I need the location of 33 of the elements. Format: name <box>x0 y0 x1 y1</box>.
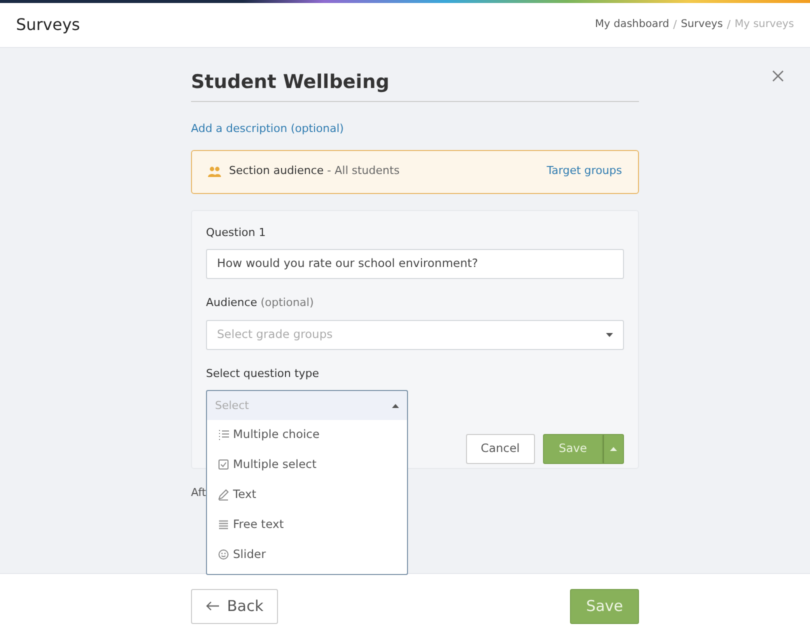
caret-icon <box>610 447 617 451</box>
dropdown-option[interactable]: Text <box>207 480 407 510</box>
question-type-label: Select question type <box>206 366 320 382</box>
dropdown-option[interactable]: Multiple choice <box>207 420 407 450</box>
smiley-icon <box>218 549 229 561</box>
question-input[interactable]: How would you rate our school environment? <box>206 249 624 279</box>
audience-label: Audience (optional) <box>206 295 315 311</box>
dropdown-option[interactable]: Multiple select <box>207 450 407 480</box>
page-title: Surveys <box>16 14 80 36</box>
breadcrumb-link[interactable]: My dashboard <box>594 17 670 33</box>
breadcrumb-separator: / <box>726 16 731 33</box>
question-label: Question 1 <box>206 224 267 240</box>
dropdown-option[interactable]: Free text <box>207 510 407 540</box>
save-options-button[interactable] <box>603 434 624 464</box>
people-icon <box>208 166 221 177</box>
survey-title: Student Wellbeing <box>191 48 639 102</box>
close-icon[interactable] <box>772 70 784 82</box>
pencil-icon <box>218 489 229 501</box>
caret-icon <box>606 332 613 336</box>
cancel-button[interactable]: Cancel <box>466 434 535 464</box>
lines-icon <box>218 519 229 531</box>
dropdown-option[interactable]: Slider <box>207 540 407 570</box>
caret-icon <box>392 404 399 408</box>
add-description-link[interactable]: Add a description (optional) <box>191 122 344 134</box>
arrow-left-icon <box>206 601 219 611</box>
breadcrumb-separator: / <box>673 16 677 33</box>
section-audience-text: Section audience - All students <box>229 163 400 180</box>
checkbox-icon <box>218 459 229 471</box>
breadcrumb-link[interactable]: Surveys <box>680 17 723 33</box>
list-icon <box>218 429 229 441</box>
target-groups-link[interactable]: Target groups <box>546 163 622 180</box>
back-button[interactable]: Back <box>191 588 278 624</box>
after-text: Aft <box>191 486 206 498</box>
